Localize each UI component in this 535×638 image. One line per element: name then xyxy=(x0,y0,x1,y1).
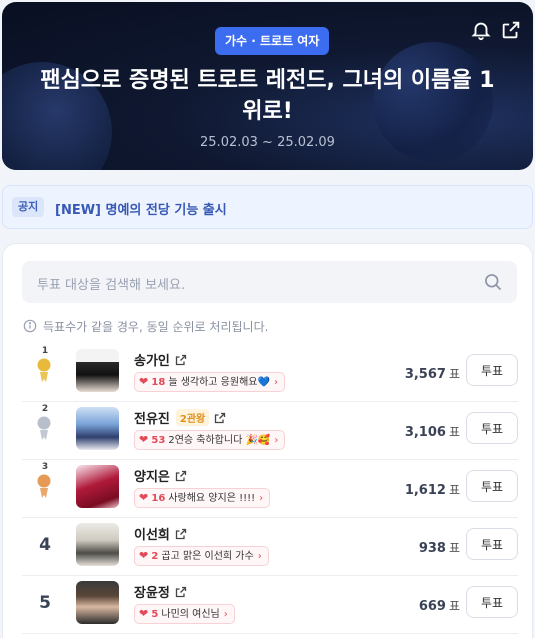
page-title: 팬심으로 증명된 트로트 레전드, 그녀의 이름을 1위로! xyxy=(40,68,495,124)
singer-name[interactable]: 양지은 xyxy=(134,466,187,485)
heart-icon: ❤ xyxy=(139,491,149,504)
singer-photo[interactable] xyxy=(76,407,119,450)
cheer-count: 16 xyxy=(151,493,166,504)
ranking-row[interactable]: 1 송가인 ❤ 18 늘 생각하고 응원해요💙 › 3,567 표 투표 xyxy=(22,344,518,402)
singer-name[interactable]: 이선희 xyxy=(134,524,187,543)
cheer-text: 나민의 여신님 xyxy=(161,609,220,620)
cheer-count: 5 xyxy=(151,609,159,620)
rank-medal-icon xyxy=(37,416,51,440)
ranking-card: 투표 대상을 검색해 보세요. 득표수가 같을 경우, 동일 순위로 처리됩니다… xyxy=(2,243,533,638)
cheer-text: 곱고 맑은 이선희 가수 xyxy=(161,551,254,562)
vote-button[interactable]: 투표 xyxy=(466,470,518,502)
singer-name[interactable]: 송가인 xyxy=(134,350,187,369)
ranking-row[interactable]: 2 전유진 2관왕 ❤ 53 2연승 축하합니다 🎉🥰 › 3,106 표 투표 xyxy=(22,402,518,460)
tie-info: 득표수가 같을 경우, 동일 순위로 처리됩니다. xyxy=(23,318,268,335)
singer-photo[interactable] xyxy=(76,523,119,566)
rank-number: 4 xyxy=(39,535,51,555)
chevron-right-icon: › xyxy=(273,377,278,388)
vote-count: 938 표 xyxy=(418,541,460,556)
cheer-message-chip[interactable]: ❤ 53 2연승 축하합니다 🎉🥰 › xyxy=(134,430,286,450)
rank-number: 3 xyxy=(41,462,49,472)
share-icon[interactable] xyxy=(500,19,522,41)
search-bar[interactable]: 투표 대상을 검색해 보세요. xyxy=(22,261,517,303)
rank-medal-icon xyxy=(37,474,51,498)
ranking-row[interactable]: 3 양지은 ❤ 16 사랑해요 양지은 !!!! › 1,612 표 투표 xyxy=(22,460,518,518)
chevron-right-icon: › xyxy=(259,493,264,504)
singer-photo[interactable] xyxy=(76,581,119,624)
rank-number: 5 xyxy=(39,593,51,613)
external-link-icon[interactable] xyxy=(175,586,187,598)
tie-info-text: 득표수가 같을 경우, 동일 순위로 처리됩니다. xyxy=(43,320,269,334)
external-link-icon[interactable] xyxy=(175,354,187,366)
ranking-row[interactable]: 5 장윤정 ❤ 5 나민의 여신님 › 669 표 투표 xyxy=(22,576,518,634)
event-banner: 가수 · 트로트 여자 팬심으로 증명된 트로트 레전드, 그녀의 이름을 1위… xyxy=(2,2,533,170)
cheer-text: 2연승 축하합니다 🎉🥰 xyxy=(168,435,271,446)
cheer-message-chip[interactable]: ❤ 18 늘 생각하고 응원해요💙 › xyxy=(134,372,285,392)
vote-button[interactable]: 투표 xyxy=(466,412,518,444)
heart-icon: ❤ xyxy=(139,375,149,388)
vote-count: 3,106 표 xyxy=(404,425,460,440)
singer-name[interactable]: 전유진 2관왕 xyxy=(134,408,226,427)
vote-count: 669 표 xyxy=(418,599,460,614)
vote-button[interactable]: 투표 xyxy=(466,528,518,560)
heart-icon: ❤ xyxy=(139,549,149,562)
vote-button[interactable]: 투표 xyxy=(466,354,518,386)
cheer-count: 2 xyxy=(151,551,159,562)
notice-text[interactable]: [NEW] 명예의 전당 기능 출시 xyxy=(55,199,227,218)
rank-number: 2 xyxy=(41,404,49,414)
singer-photo[interactable] xyxy=(76,465,119,508)
heart-icon: ❤ xyxy=(139,433,149,446)
cheer-text: 늘 생각하고 응원해요💙 xyxy=(168,377,270,388)
external-link-icon[interactable] xyxy=(214,412,226,424)
notice-bar[interactable]: 공지 [NEW] 명예의 전당 기능 출시 xyxy=(2,185,533,229)
chevron-right-icon: › xyxy=(223,609,228,620)
search-input[interactable]: 투표 대상을 검색해 보세요. xyxy=(37,274,185,293)
category-badge: 가수 · 트로트 여자 xyxy=(215,27,330,55)
external-link-icon[interactable] xyxy=(175,528,187,540)
chevron-right-icon: › xyxy=(274,435,279,446)
cheer-message-chip[interactable]: ❤ 5 나민의 여신님 › xyxy=(134,604,235,624)
date-range: 25.02.03 ~ 25.02.09 xyxy=(200,135,335,150)
cheer-message-chip[interactable]: ❤ 2 곱고 맑은 이선희 가수 › xyxy=(134,546,269,566)
bell-icon[interactable] xyxy=(470,19,492,41)
singer-photo[interactable] xyxy=(76,349,119,392)
rank-medal-icon xyxy=(37,358,51,382)
vote-count: 1,612 표 xyxy=(404,483,460,498)
ranking-row[interactable]: 4 이선희 ❤ 2 곱고 맑은 이선희 가수 › 938 표 투표 xyxy=(22,518,518,576)
singer-name[interactable]: 장윤정 xyxy=(134,582,187,601)
title-count-badge: 2관왕 xyxy=(175,409,210,426)
vote-button[interactable]: 투표 xyxy=(466,586,518,618)
cheer-text: 사랑해요 양지은 !!!! xyxy=(168,493,256,504)
vote-count: 3,567 표 xyxy=(404,367,460,382)
notice-tag: 공지 xyxy=(12,197,45,217)
external-link-icon[interactable] xyxy=(175,470,187,482)
heart-icon: ❤ xyxy=(139,607,149,620)
info-icon xyxy=(23,319,37,333)
rank-number: 1 xyxy=(41,346,49,356)
chevron-right-icon: › xyxy=(257,551,262,562)
cheer-message-chip[interactable]: ❤ 16 사랑해요 양지은 !!!! › xyxy=(134,488,271,508)
cheer-count: 53 xyxy=(151,435,166,446)
cheer-count: 18 xyxy=(151,377,166,388)
search-icon[interactable] xyxy=(483,272,503,292)
